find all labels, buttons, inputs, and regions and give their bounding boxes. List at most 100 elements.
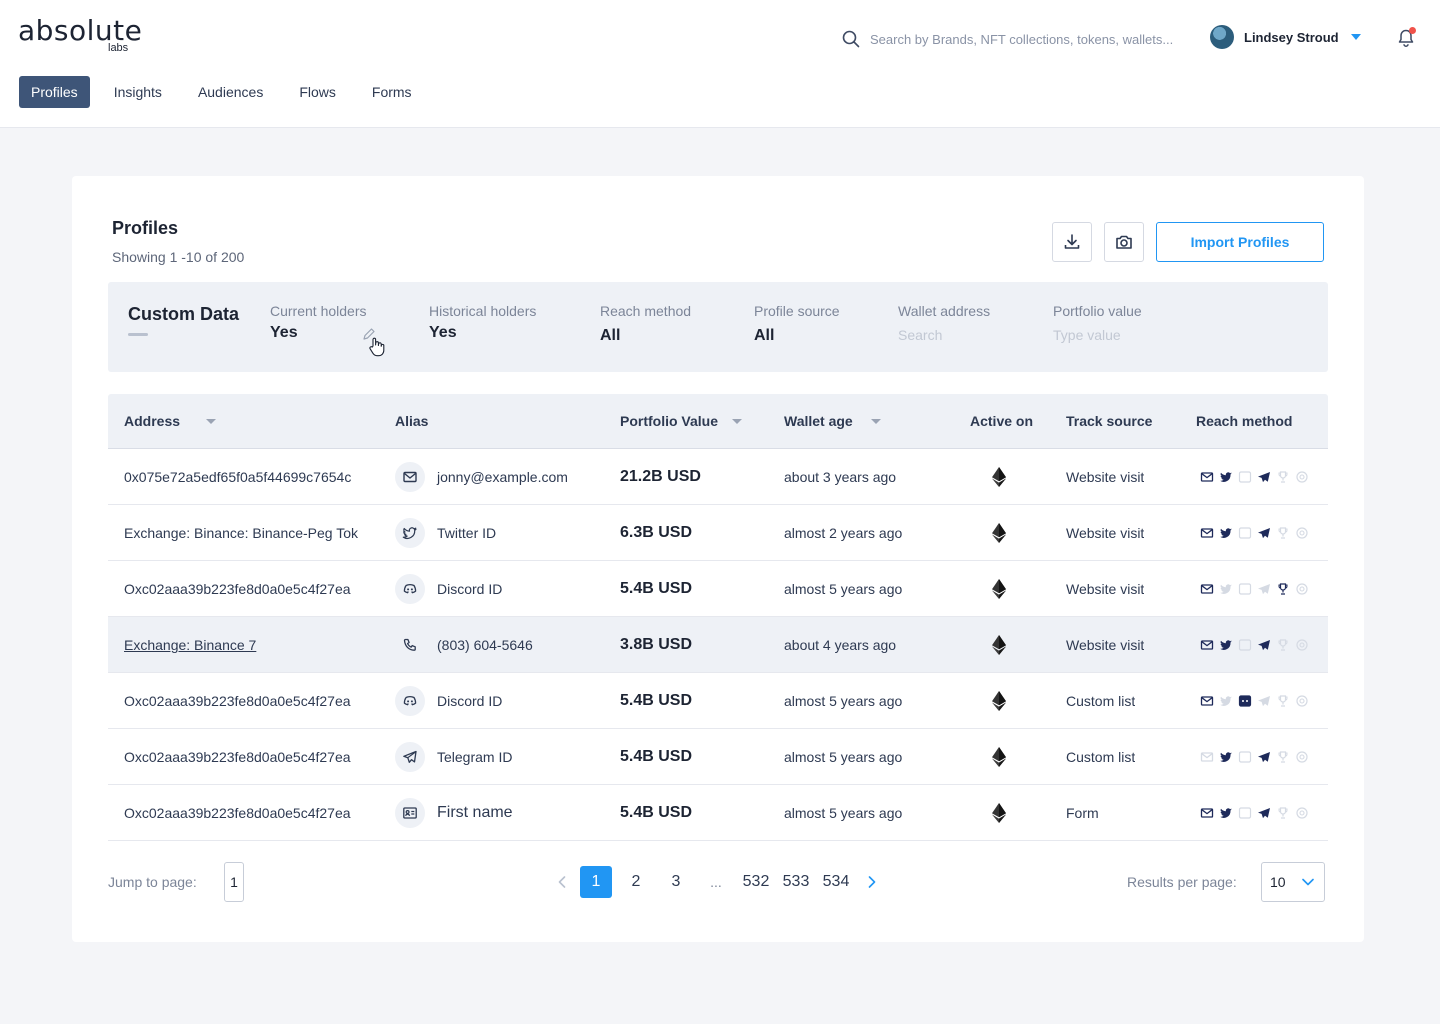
circle-icon[interactable] <box>1295 806 1309 820</box>
filter-profile-source[interactable]: Profile source All <box>754 303 840 345</box>
next-page-button[interactable] <box>860 866 884 898</box>
telegram-icon[interactable] <box>1257 470 1271 484</box>
filter-current-holders[interactable]: Current holders Yes <box>270 303 367 342</box>
column-reach-method: Reach method <box>1196 413 1292 429</box>
circle-icon[interactable] <box>1295 470 1309 484</box>
circle-icon[interactable] <box>1295 638 1309 652</box>
discord-icon[interactable] <box>1238 638 1252 652</box>
download-button[interactable] <box>1052 222 1092 262</box>
cell-reach-method <box>1200 673 1309 729</box>
column-address[interactable]: Address <box>124 413 217 429</box>
search-input[interactable] <box>870 31 1180 47</box>
mail-icon[interactable] <box>1200 526 1214 540</box>
trophy-icon[interactable] <box>1276 694 1290 708</box>
column-portfolio-value[interactable]: Portfolio Value <box>620 413 743 429</box>
page-3[interactable]: 3 <box>660 866 692 898</box>
nav-audiences[interactable]: Audiences <box>186 76 275 108</box>
cell-wallet-age: about 3 years ago <box>784 469 897 485</box>
cell-reach-method <box>1200 505 1309 561</box>
trophy-icon[interactable] <box>1276 526 1290 540</box>
page-533[interactable]: 533 <box>780 866 812 898</box>
ethereum-icon <box>992 635 1006 655</box>
notifications-button[interactable] <box>1396 27 1416 53</box>
column-label: Track source <box>1066 413 1153 429</box>
trophy-icon[interactable] <box>1276 638 1290 652</box>
table-row[interactable]: Oxc02aaa39b223fe8d0a0e5c4f27ea First name… <box>108 785 1328 841</box>
twitter-icon[interactable] <box>1219 470 1233 484</box>
page-532[interactable]: 532 <box>740 866 772 898</box>
table-row[interactable]: Exchange: Binance: Binance-Peg Tok Twitte… <box>108 505 1328 561</box>
page-534[interactable]: 534 <box>820 866 852 898</box>
cell-address[interactable]: Exchange: Binance 7 <box>124 617 380 673</box>
prev-page-button[interactable] <box>550 866 574 898</box>
screenshot-button[interactable] <box>1104 222 1144 262</box>
alias-text: Discord ID <box>437 693 503 709</box>
discord-icon[interactable] <box>1238 582 1252 596</box>
wallet-address-input[interactable] <box>898 327 1018 343</box>
jump-page-input[interactable]: 1 <box>224 862 244 902</box>
trophy-icon[interactable] <box>1276 806 1290 820</box>
telegram-icon[interactable] <box>1257 526 1271 540</box>
telegram-icon[interactable] <box>1257 806 1271 820</box>
page-list: 1 2 3... 532 533 534 <box>550 866 890 898</box>
trophy-icon[interactable] <box>1276 582 1290 596</box>
cell-portfolio-value: 3.8B USD <box>620 636 693 653</box>
mail-icon[interactable] <box>1200 806 1214 820</box>
discord-icon[interactable] <box>1238 526 1252 540</box>
mail-icon[interactable] <box>1200 470 1214 484</box>
filter-reach-method[interactable]: Reach method All <box>600 303 691 345</box>
cell-portfolio-value: 6.3B USD <box>620 524 693 541</box>
cell-wallet-age: almost 2 years ago <box>784 525 903 541</box>
user-menu[interactable]: Lindsey Stroud <box>1210 25 1361 49</box>
discord-icon[interactable] <box>1238 806 1252 820</box>
filter-historical-holders[interactable]: Historical holders Yes <box>429 303 536 342</box>
telegram-icon[interactable] <box>1257 694 1271 708</box>
page-2[interactable]: 2 <box>620 866 652 898</box>
ethereum-icon <box>992 523 1006 543</box>
twitter-icon[interactable] <box>1219 526 1233 540</box>
twitter-icon[interactable] <box>1219 582 1233 596</box>
twitter-icon[interactable] <box>1219 638 1233 652</box>
telegram-icon[interactable] <box>1257 638 1271 652</box>
table-row[interactable]: Oxc02aaa39b223fe8d0a0e5c4f27ea Discord ID… <box>108 673 1328 729</box>
twitter-icon[interactable] <box>1219 750 1233 764</box>
telegram-icon[interactable] <box>1257 582 1271 596</box>
results-per-page-select[interactable]: 10 <box>1261 862 1325 902</box>
logo-subtext: labs <box>108 42 129 54</box>
custom-data-title[interactable]: Custom Data <box>128 304 239 325</box>
discord-icon[interactable] <box>1238 694 1252 708</box>
trophy-icon[interactable] <box>1276 750 1290 764</box>
table-row[interactable]: 0x075e72a5edf65f0a5f44699c7654c jonny@exa… <box>108 449 1328 505</box>
page-1[interactable]: 1 <box>580 866 612 898</box>
telegram-icon[interactable] <box>1257 750 1271 764</box>
twitter-icon[interactable] <box>1219 806 1233 820</box>
logo[interactable]: absolute labs <box>18 16 142 55</box>
trophy-icon[interactable] <box>1276 470 1290 484</box>
nav-insights[interactable]: Insights <box>102 76 174 108</box>
discord-icon[interactable] <box>1238 470 1252 484</box>
mail-icon[interactable] <box>1200 638 1214 652</box>
ethereum-icon <box>992 803 1006 823</box>
global-search[interactable] <box>842 28 1182 50</box>
discord-icon <box>395 686 425 716</box>
circle-icon[interactable] <box>1295 526 1309 540</box>
circle-icon[interactable] <box>1295 694 1309 708</box>
column-label: Portfolio Value <box>620 413 719 429</box>
nav-forms[interactable]: Forms <box>360 76 424 108</box>
mail-icon[interactable] <box>1200 582 1214 596</box>
portfolio-value-input[interactable] <box>1053 327 1173 343</box>
discord-icon[interactable] <box>1238 750 1252 764</box>
import-profiles-button[interactable]: Import Profiles <box>1156 222 1324 262</box>
cell-active-on <box>992 505 1006 561</box>
table-row[interactable]: Oxc02aaa39b223fe8d0a0e5c4f27ea Telegram I… <box>108 729 1328 785</box>
nav-profiles[interactable]: Profiles <box>19 76 90 108</box>
circle-icon[interactable] <box>1295 750 1309 764</box>
mail-icon[interactable] <box>1200 750 1214 764</box>
table-row[interactable]: Exchange: Binance 7 (803) 604-5646 3.8B US… <box>108 617 1328 673</box>
mail-icon[interactable] <box>1200 694 1214 708</box>
nav-flows[interactable]: Flows <box>287 76 348 108</box>
column-wallet-age[interactable]: Wallet age <box>784 413 881 429</box>
twitter-icon[interactable] <box>1219 694 1233 708</box>
circle-icon[interactable] <box>1295 582 1309 596</box>
table-row[interactable]: Oxc02aaa39b223fe8d0a0e5c4f27ea Discord ID… <box>108 561 1328 617</box>
